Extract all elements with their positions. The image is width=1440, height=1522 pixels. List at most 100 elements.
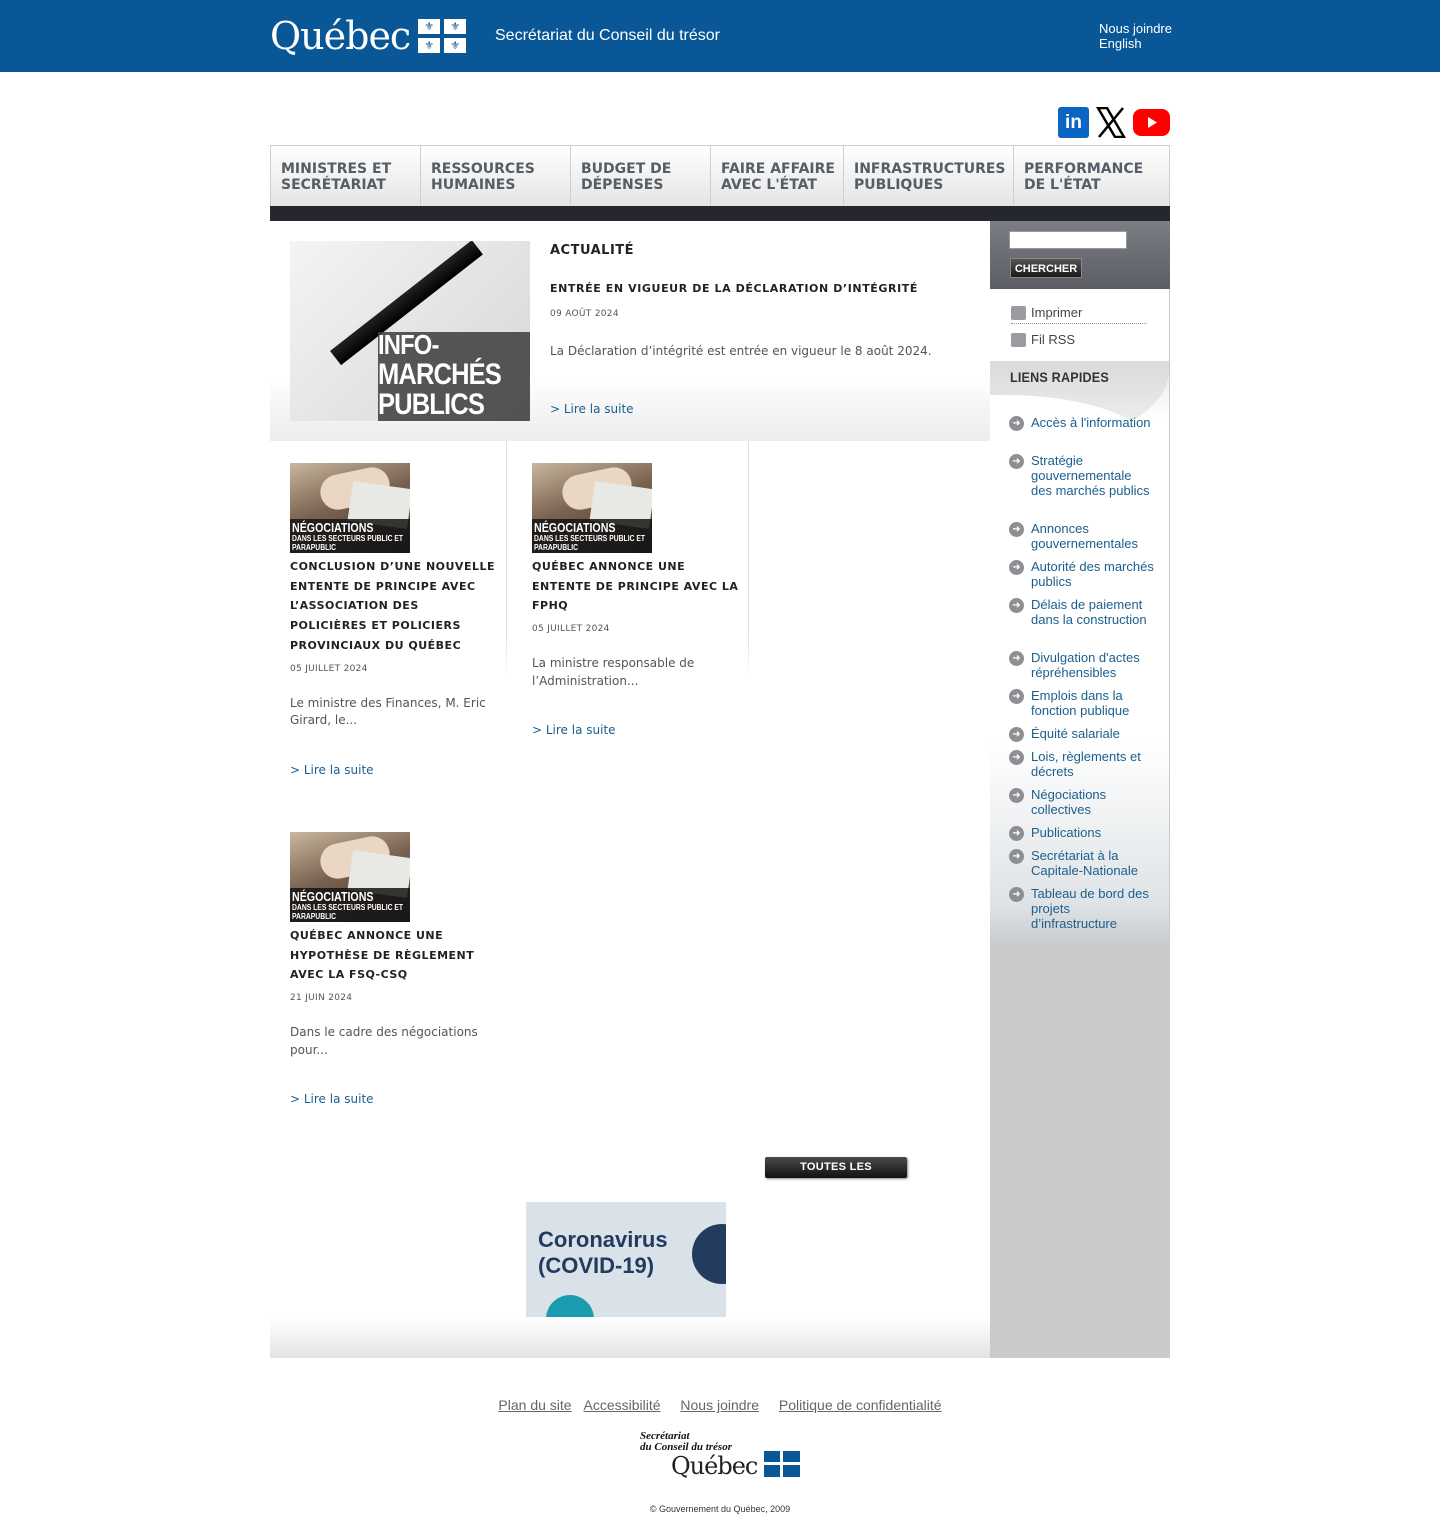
- arrow-right-icon: ➜: [1009, 750, 1024, 765]
- nav-ministres[interactable]: MINISTRES ET SECRÉTARIAT: [271, 146, 421, 207]
- footer-logo: Secrétariat du Conseil du trésor Québec: [640, 1431, 802, 1481]
- rss-link[interactable]: Fil RSS: [1011, 332, 1075, 347]
- nav-performance[interactable]: PERFORMANCE DE L'ÉTAT: [1014, 146, 1169, 207]
- quick-link-item[interactable]: ➜ Secrétariat à la Capitale-Nationale: [1009, 848, 1154, 878]
- printer-icon: [1011, 305, 1026, 320]
- quick-link-publications[interactable]: Publications: [1031, 825, 1101, 841]
- covid-banner-line1: Coronavirus: [538, 1227, 668, 1252]
- nav-faire-affaire[interactable]: FAIRE AFFAIRE AVEC L'ÉTAT: [711, 146, 844, 207]
- search-button[interactable]: CHERCHER: [1010, 258, 1082, 278]
- footer-contact-link[interactable]: Nous joindre: [680, 1397, 759, 1413]
- quick-link-annonces[interactable]: Annonces gouvernementales: [1031, 521, 1154, 551]
- card-image-title: NÉGOCIATIONS: [292, 889, 374, 904]
- arrow-right-icon: ➜: [1009, 887, 1024, 902]
- news-summary: Dans le cadre des négociations pour...: [290, 1025, 478, 1057]
- virus-icon: [692, 1224, 726, 1284]
- footer-sitemap-link[interactable]: Plan du site: [498, 1397, 571, 1413]
- print-link[interactable]: Imprimer: [1011, 305, 1147, 324]
- quick-link-strategie[interactable]: Stratégie gouvernementale des marchés pu…: [1031, 453, 1154, 498]
- feature-image-line2: MARCHÉS: [378, 358, 502, 391]
- quick-link-item[interactable]: ➜ Stratégie gouvernementale des marchés p…: [1009, 453, 1154, 498]
- social-links: in: [1058, 107, 1170, 138]
- news-title[interactable]: CONCLUSION D’UNE NOUVELLE ENTENTE DE PRI…: [290, 557, 500, 656]
- quick-link-equite[interactable]: Équité salariale: [1031, 726, 1120, 742]
- news-date: 05 JUILLET 2024: [290, 663, 368, 674]
- negociations-image[interactable]: NÉGOCIATIONS DANS LES SECTEURS PUBLIC ET…: [290, 463, 410, 553]
- footer-privacy-link[interactable]: Politique de confidentialité: [779, 1397, 942, 1413]
- read-more-link[interactable]: > Lire la suite: [290, 763, 500, 777]
- youtube-icon[interactable]: [1133, 107, 1170, 138]
- section-title: ACTUALITÉ: [550, 243, 635, 258]
- news-summary: Le ministre des Finances, M. Eric Girard…: [290, 695, 486, 728]
- rss-label: Fil RSS: [1031, 332, 1076, 347]
- all-news-button[interactable]: TOUTES LES NOUVELLES: [765, 1157, 907, 1194]
- feature-summary: La Déclaration d’intégrité est entrée en…: [550, 344, 932, 358]
- rss-icon: [1011, 332, 1026, 347]
- arrow-right-icon: ➜: [1009, 522, 1024, 537]
- quick-link-item[interactable]: ➜ Négociations collectives: [1009, 787, 1154, 817]
- feature-image-line1: INFO-: [378, 329, 439, 360]
- search-input[interactable]: [1009, 231, 1127, 249]
- x-icon[interactable]: [1096, 107, 1126, 138]
- quick-link-item[interactable]: ➜ Accès à l'information: [1009, 415, 1154, 431]
- quebec-flag-icon: [764, 1451, 800, 1477]
- covid-banner-line2: (COVID-19): [538, 1253, 655, 1278]
- arrow-right-icon: ➜: [1009, 560, 1024, 575]
- info-marches-publics-image[interactable]: INFO- MARCHÉS PUBLICS: [290, 241, 530, 421]
- nav-infrastructures[interactable]: INFRASTRUCTURES PUBLIQUES: [844, 146, 1014, 207]
- news-date: 21 JUIN 2024: [290, 993, 353, 1004]
- card-image-subtitle: DANS LES SECTEURS PUBLIC ET PARAPUBLIC: [292, 534, 404, 552]
- arrow-right-icon: ➜: [1009, 598, 1024, 613]
- negociations-image[interactable]: NÉGOCIATIONS DANS LES SECTEURS PUBLIC ET…: [532, 463, 652, 553]
- quick-link-tableau-de-bord[interactable]: Tableau de bord des projets d’infrastruc…: [1031, 886, 1154, 931]
- quick-link-item[interactable]: ➜ Divulgation d'actes répréhensibles: [1009, 650, 1154, 680]
- quick-link-item[interactable]: ➜ Annonces gouvernementales: [1009, 521, 1154, 551]
- footer-accessibility-link[interactable]: Accessibilité: [583, 1397, 660, 1413]
- news-card: NÉGOCIATIONS DANS LES SECTEURS PUBLIC ET…: [290, 463, 500, 777]
- english-link[interactable]: English: [1099, 36, 1172, 51]
- quick-link-item[interactable]: ➜ Publications: [1009, 825, 1154, 841]
- nav-divider: [270, 206, 1170, 221]
- quick-link-autorite[interactable]: Autorité des marchés publics: [1031, 559, 1154, 589]
- quick-link-capitale-nationale[interactable]: Secrétariat à la Capitale-Nationale: [1031, 848, 1154, 878]
- contact-link[interactable]: Nous joindre: [1099, 21, 1172, 36]
- quick-link-emplois[interactable]: Emplois dans la fonction publique: [1031, 688, 1154, 718]
- quick-link-item[interactable]: ➜ Tableau de bord des projets d’infrastru…: [1009, 886, 1154, 931]
- quick-link-item[interactable]: ➜ Équité salariale: [1009, 726, 1154, 742]
- nav-budget[interactable]: BUDGET DE DÉPENSES: [571, 146, 711, 207]
- linkedin-icon[interactable]: in: [1058, 107, 1089, 138]
- news-title[interactable]: QUÉBEC ANNONCE UNE HYPOTHÈSE DE RÈGLEMEN…: [290, 926, 500, 985]
- negociations-image[interactable]: NÉGOCIATIONS DANS LES SECTEURS PUBLIC ET…: [290, 832, 410, 922]
- quick-link-divulgation[interactable]: Divulgation d'actes répréhensibles: [1031, 650, 1154, 680]
- feature-read-more-link[interactable]: > Lire la suite: [550, 402, 634, 416]
- arrow-right-icon: ➜: [1009, 788, 1024, 803]
- copyright: © Gouvernement du Québec, 2009: [649, 1504, 791, 1514]
- quick-link-negociations[interactable]: Négociations collectives: [1031, 787, 1154, 817]
- feature-headline[interactable]: ENTRÉE EN VIGUEUR DE LA DÉCLARATION D’IN…: [550, 282, 918, 295]
- arrow-right-icon: ➜: [1009, 849, 1024, 864]
- arrow-right-icon: ➜: [1009, 651, 1024, 666]
- nav-ressources-humaines[interactable]: RESSOURCES HUMAINES: [421, 146, 571, 207]
- quick-link-delais[interactable]: Délais de paiement dans la construction: [1031, 597, 1154, 627]
- arrow-right-icon: ➜: [1009, 416, 1024, 431]
- read-more-link[interactable]: > Lire la suite: [532, 723, 742, 737]
- quick-link-lois[interactable]: Lois, règlements et décrets: [1031, 749, 1154, 779]
- header-links: Nous joindre English: [1099, 21, 1172, 51]
- read-more-link[interactable]: > Lire la suite: [290, 1092, 500, 1106]
- quick-link-item[interactable]: ➜ Lois, règlements et décrets: [1009, 749, 1154, 779]
- main-bottom-shade: [270, 1318, 990, 1358]
- tools-panel: [990, 289, 1169, 361]
- arrow-right-icon: ➜: [1009, 826, 1024, 841]
- card-image-title: NÉGOCIATIONS: [292, 520, 374, 535]
- quick-link-acces-information[interactable]: Accès à l'information: [1031, 415, 1151, 431]
- covid-banner[interactable]: Coronavirus (COVID-19): [526, 1202, 726, 1317]
- quick-link-item[interactable]: ➜ Autorité des marchés publics: [1009, 559, 1154, 589]
- logo-wordmark: Québec: [270, 14, 411, 58]
- quick-link-item[interactable]: ➜ Emplois dans la fonction publique: [1009, 688, 1154, 718]
- arrow-right-icon: ➜: [1009, 689, 1024, 704]
- quebec-logo[interactable]: Québec ⚜ ⚜ ⚜ ⚜: [270, 14, 467, 58]
- arrow-right-icon: ➜: [1009, 727, 1024, 742]
- news-title[interactable]: QUÉBEC ANNONCE UNE ENTENTE DE PRINCIPE A…: [532, 557, 742, 616]
- arrow-right-icon: ➜: [1009, 454, 1024, 469]
- quick-link-item[interactable]: ➜ Délais de paiement dans la construction: [1009, 597, 1154, 627]
